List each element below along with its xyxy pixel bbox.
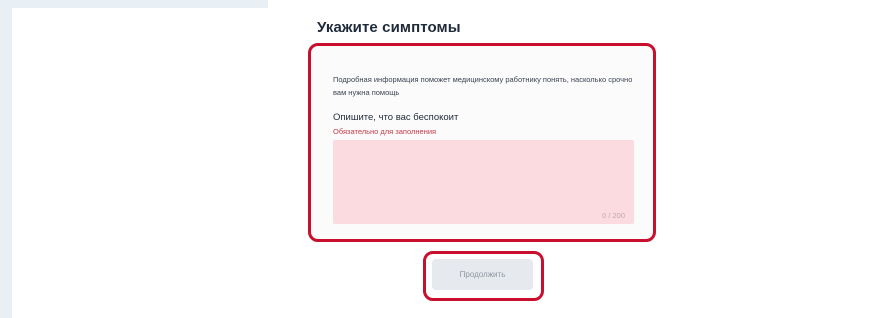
continue-button[interactable]: Продолжить <box>432 259 533 290</box>
page: Укажите симптомы Подробная информация по… <box>0 0 885 318</box>
required-field-error: Обязательно для заполнения <box>333 127 437 136</box>
symptoms-textarea[interactable] <box>333 140 634 224</box>
character-counter: 0 / 200 <box>602 211 625 220</box>
page-title: Укажите симптомы <box>317 19 461 36</box>
symptoms-field-label: Опишите, что вас беспокоит <box>333 112 459 123</box>
symptoms-form-card: Подробная информация поможет медицинском… <box>308 43 656 242</box>
form-hint: Подробная информация поможет медицинском… <box>333 75 633 97</box>
top-bar-edge <box>0 0 268 8</box>
left-sidebar-edge <box>0 0 12 318</box>
